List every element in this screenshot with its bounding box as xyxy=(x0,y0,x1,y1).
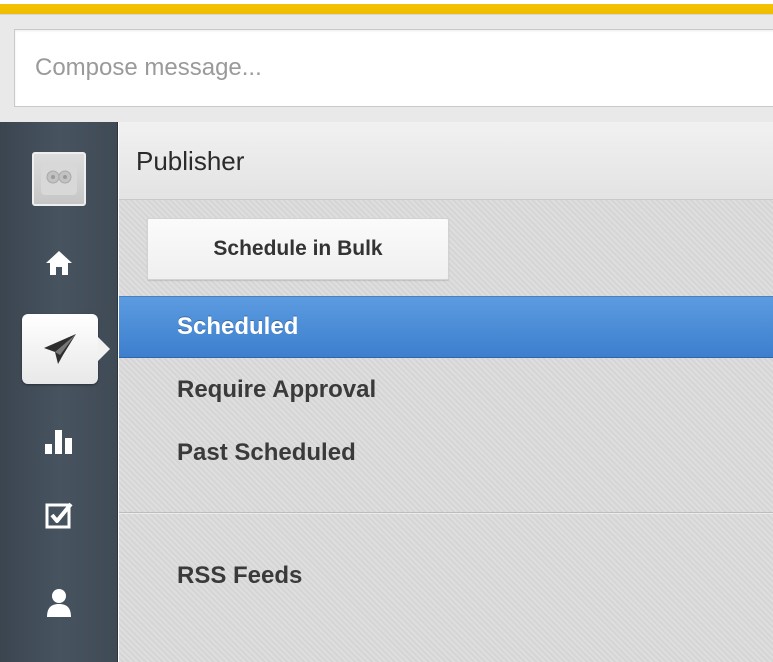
nav-item-rss-feeds[interactable]: RSS Feeds xyxy=(119,545,773,607)
avatar[interactable] xyxy=(32,152,86,206)
publisher-panel: Publisher Schedule in Bulk Scheduled Req… xyxy=(119,122,773,662)
analytics-icon[interactable] xyxy=(30,412,88,470)
compose-message-input[interactable] xyxy=(14,29,773,107)
page-title: Publisher xyxy=(136,146,245,176)
schedule-in-bulk-button[interactable]: Schedule in Bulk xyxy=(147,218,449,280)
contacts-icon[interactable] xyxy=(30,574,88,632)
nav-item-require-approval[interactable]: Require Approval xyxy=(119,359,773,421)
app-window: Publisher Schedule in Bulk Scheduled Req… xyxy=(0,0,773,662)
top-accent-bar xyxy=(0,0,773,14)
owl-avatar-icon xyxy=(41,165,77,195)
section-divider xyxy=(119,512,773,514)
sidebar xyxy=(0,122,118,662)
assignments-icon[interactable] xyxy=(30,486,88,544)
active-indicator-caret xyxy=(98,337,110,361)
nav-item-scheduled[interactable]: Scheduled xyxy=(119,296,773,358)
home-icon[interactable] xyxy=(30,234,88,292)
publisher-nav-button[interactable] xyxy=(22,314,110,384)
compose-bar xyxy=(0,14,773,122)
paper-plane-icon xyxy=(44,334,76,364)
panel-header: Publisher xyxy=(119,122,773,200)
nav-item-past-scheduled[interactable]: Past Scheduled xyxy=(119,422,773,484)
